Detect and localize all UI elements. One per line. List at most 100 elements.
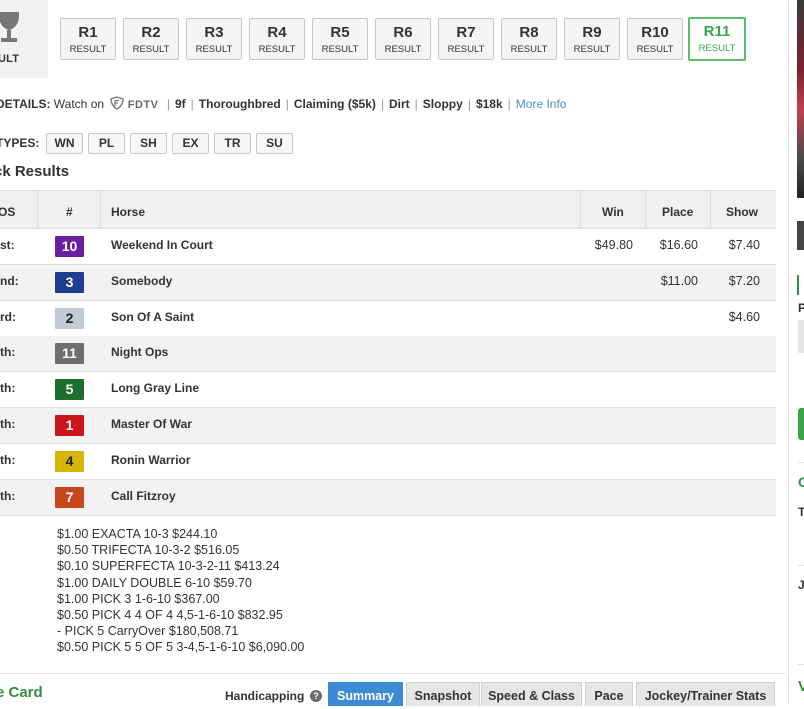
race-number: R4: [267, 24, 287, 41]
race-button-r8[interactable]: R8 RESULT: [501, 18, 557, 60]
fdtv-text: FDTV: [127, 99, 159, 111]
finish-position: nd:: [0, 273, 19, 288]
table-row: rd: 2 Son Of A Saint $4.60: [0, 301, 776, 337]
race-button-r9[interactable]: R9 RESULT: [564, 18, 620, 60]
race-type: Claiming ($5k): [293, 97, 376, 111]
header-pos: OS: [0, 205, 16, 219]
horse-name[interactable]: Master Of War: [111, 417, 192, 431]
race-button-r10[interactable]: R10 RESULT: [627, 18, 683, 60]
fdtv-link[interactable]: FDTV: [110, 96, 161, 111]
table-header: OS # Horse Win Place Show: [0, 190, 776, 229]
race-button-r7[interactable]: R7 RESULT: [438, 18, 494, 60]
horse-name[interactable]: Weekend In Court: [111, 238, 213, 252]
race-button-r6[interactable]: R6 RESULT: [375, 18, 431, 60]
handicap-tab-summary[interactable]: Summary: [328, 682, 403, 706]
trophy-label: ULT: [0, 53, 20, 65]
payout-line: - PICK 5 CarryOver $180,508.71: [57, 624, 239, 639]
handicap-tab-snapshot[interactable]: Snapshot: [406, 682, 480, 706]
table-row: nd: 3 Somebody $11.00 $7.20: [0, 264, 776, 301]
finish-position: th:: [0, 381, 16, 396]
race-button-r3[interactable]: R3 RESULT: [186, 18, 242, 60]
watch-on-label: Watch on: [53, 97, 105, 111]
race-button-r11[interactable]: R11 RESULT: [688, 17, 746, 61]
handicap-tab-speed-class[interactable]: Speed & Class: [481, 682, 582, 706]
separator: |: [467, 97, 471, 111]
sidebar-green-button[interactable]: [798, 408, 804, 440]
separator: |: [190, 97, 194, 111]
finish-position: th:: [0, 417, 16, 431]
payout-line: $0.10 SUPERFECTA 10-3-2-11 $413.24: [57, 559, 280, 574]
race-status: RESULT: [447, 44, 485, 55]
results-title: ck Results: [0, 163, 70, 180]
breed: Thoroughbred: [198, 97, 281, 111]
race-status: RESULT: [258, 44, 296, 55]
program-number-badge: 11: [55, 343, 84, 365]
help-icon[interactable]: ?: [310, 690, 322, 702]
race-button-r4[interactable]: R4 RESULT: [249, 18, 305, 60]
column-divider: [580, 191, 581, 229]
sidebar-c-heading: C: [798, 474, 804, 490]
horse-name[interactable]: Son Of A Saint: [111, 310, 194, 324]
header-show: Show: [726, 205, 758, 219]
bet-type-pl[interactable]: PL: [88, 133, 125, 154]
details-label: DETAILS:: [0, 97, 51, 111]
track-condition: Sloppy: [422, 97, 463, 111]
handicap-tab-pace[interactable]: Pace: [585, 682, 633, 706]
race-status: RESULT: [698, 43, 736, 54]
bet-type-sh[interactable]: SH: [130, 133, 167, 154]
horse-name[interactable]: Call Fitzroy: [111, 489, 176, 503]
sidebar-ad-image[interactable]: [797, 0, 804, 198]
bet-types-label: TYPES:: [0, 136, 40, 150]
sidebar-divider: [788, 0, 789, 704]
sidebar-dark-block: [797, 221, 804, 250]
sidebar-j-label: J: [798, 578, 804, 592]
handicapping-label: Handicapping: [225, 689, 305, 703]
results-trophy-tile[interactable]: ULT: [0, 0, 48, 78]
sidebar-accent: [797, 275, 804, 295]
bet-type-wn[interactable]: WN: [46, 133, 83, 154]
fdtv-shield-icon: [110, 96, 125, 110]
sidebar-separator: [798, 664, 804, 665]
race-button-r1[interactable]: R1 RESULT: [60, 18, 116, 60]
race-card-title: e Card: [0, 684, 43, 701]
table-row: th: 5 Long Gray Line: [0, 372, 776, 409]
horse-name[interactable]: Long Gray Line: [111, 381, 199, 395]
payout-line: $1.00 EXACTA 10-3 $244.10: [57, 527, 218, 541]
column-divider: [100, 191, 101, 229]
bet-type-ex[interactable]: EX: [172, 133, 209, 154]
sidebar-separator: [798, 565, 804, 566]
separator: |: [507, 97, 511, 111]
trophy-icon: [0, 12, 19, 42]
race-number: R1: [78, 24, 98, 41]
column-divider: [710, 191, 711, 229]
bet-type-tr[interactable]: TR: [214, 133, 251, 154]
race-number: R8: [519, 24, 539, 41]
more-info-link[interactable]: More Info: [516, 97, 567, 111]
show-payout: $7.20: [728, 273, 760, 288]
column-divider: [37, 191, 38, 229]
race-button-r2[interactable]: R2 RESULT: [123, 18, 179, 60]
race-number: R5: [330, 24, 350, 41]
finish-position: th:: [0, 345, 16, 360]
purse: $18k: [475, 97, 503, 111]
sidebar-input[interactable]: [798, 320, 804, 353]
finish-position: th:: [0, 452, 16, 467]
horse-name[interactable]: Night Ops: [111, 345, 168, 359]
horse-name[interactable]: Ronin Warrior: [111, 453, 191, 467]
show-payout: $7.40: [728, 238, 760, 252]
race-number: R6: [393, 24, 413, 41]
handicap-tab-jockey-trainer-stats[interactable]: Jockey/Trainer Stats: [636, 682, 775, 706]
race-status: RESULT: [195, 44, 233, 55]
race-number: R2: [141, 24, 161, 41]
table-row: th: 7 Call Fitzroy: [0, 479, 776, 516]
race-number: R3: [204, 24, 224, 41]
horse-name[interactable]: Somebody: [111, 274, 172, 288]
program-number-badge: 3: [55, 271, 84, 293]
header-num: #: [66, 205, 73, 219]
race-status: RESULT: [132, 44, 170, 55]
race-button-r5[interactable]: R5 RESULT: [312, 18, 368, 60]
race-status: RESULT: [636, 44, 674, 55]
bet-type-su[interactable]: SU: [256, 133, 293, 154]
header-place: Place: [662, 205, 694, 219]
race-number: R10: [641, 24, 669, 41]
